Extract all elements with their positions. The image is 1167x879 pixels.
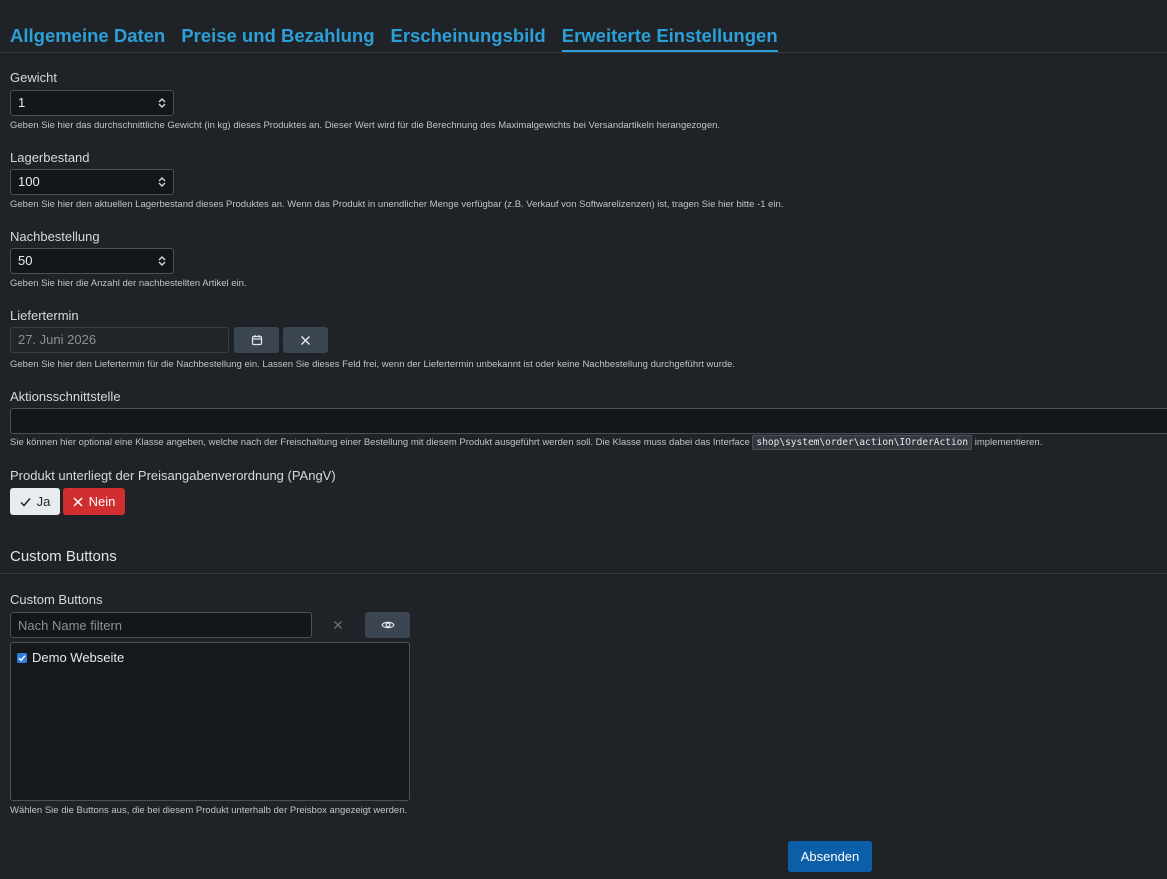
reorder-input[interactable]: 50 <box>10 248 174 274</box>
checkbox[interactable] <box>17 652 27 663</box>
clear-date-button[interactable] <box>283 327 328 353</box>
eye-icon <box>380 621 395 629</box>
reorder-label: Nachbestellung <box>10 229 100 244</box>
list-item-label: Demo Webseite <box>32 650 125 665</box>
stock-value: 100 <box>18 174 40 189</box>
calendar-icon <box>251 335 262 346</box>
list-item[interactable]: Demo Webseite <box>17 650 124 665</box>
stock-label: Lagerbestand <box>10 150 90 165</box>
action-help-text-end: implementieren. <box>972 437 1043 448</box>
toggle-visibility-button[interactable] <box>365 612 410 638</box>
action-interface-help: Sie können hier optional eine Klasse ang… <box>10 435 1043 450</box>
pangv-label: Produkt unterliegt der Preisangabenveror… <box>10 468 336 483</box>
interface-code: shop\system\order\action\IOrderAction <box>752 435 973 450</box>
reorder-help: Geben Sie hier die Anzahl der nachbestel… <box>10 278 247 289</box>
action-interface-input[interactable] <box>10 408 1167 434</box>
tabs-divider <box>0 52 1167 53</box>
delivery-date-value: 27. Juni 2026 <box>18 332 97 347</box>
calendar-button[interactable] <box>234 327 279 353</box>
close-icon <box>334 621 342 629</box>
delivery-label: Liefertermin <box>10 308 79 323</box>
stock-input[interactable]: 100 <box>10 169 174 195</box>
custom-buttons-list[interactable]: Demo Webseite <box>10 642 410 801</box>
delivery-date-input[interactable]: 27. Juni 2026 <box>10 327 229 353</box>
weight-value: 1 <box>18 95 26 110</box>
weight-input[interactable]: 1 <box>10 90 174 116</box>
tab-bar: Allgemeine Daten Preise und Bezahlung Er… <box>10 22 778 52</box>
no-button-label: Nein <box>88 494 116 509</box>
tab-appearance[interactable]: Erscheinungsbild <box>391 22 546 52</box>
yes-button[interactable]: Ja <box>10 488 60 515</box>
check-icon <box>20 497 31 507</box>
spinner-icon[interactable] <box>158 97 166 109</box>
weight-help: Geben Sie hier das durchschnittliche Gew… <box>10 120 721 131</box>
filter-name-input[interactable] <box>10 612 312 638</box>
weight-label: Gewicht <box>10 70 57 85</box>
spinner-icon[interactable] <box>158 255 166 267</box>
tab-prices-payment[interactable]: Preise und Bezahlung <box>181 22 374 52</box>
custom-buttons-section-title: Custom Buttons <box>10 548 117 565</box>
close-icon <box>300 335 311 345</box>
close-icon <box>73 496 83 507</box>
custom-buttons-label: Custom Buttons <box>10 592 103 607</box>
delivery-help: Geben Sie hier den Liefertermin für die … <box>10 359 736 370</box>
yes-button-label: Ja <box>36 494 51 509</box>
action-interface-label: Aktionsschnittstelle <box>10 389 121 404</box>
spinner-icon[interactable] <box>158 176 166 188</box>
custom-buttons-help: Wählen Sie die Buttons aus, die bei dies… <box>10 805 408 816</box>
tab-general-data[interactable]: Allgemeine Daten <box>10 22 165 52</box>
submit-button[interactable]: Absenden <box>788 841 872 872</box>
action-help-text: Sie können hier optional eine Klasse ang… <box>10 437 753 448</box>
reorder-value: 50 <box>18 253 33 268</box>
tab-advanced-settings[interactable]: Erweiterte Einstellungen <box>561 22 778 52</box>
section-divider <box>0 573 1167 574</box>
check-icon <box>18 654 26 661</box>
stock-help: Geben Sie hier den aktuellen Lagerbestan… <box>10 199 784 210</box>
clear-filter-button[interactable] <box>330 617 346 633</box>
no-button[interactable]: Nein <box>63 488 125 515</box>
